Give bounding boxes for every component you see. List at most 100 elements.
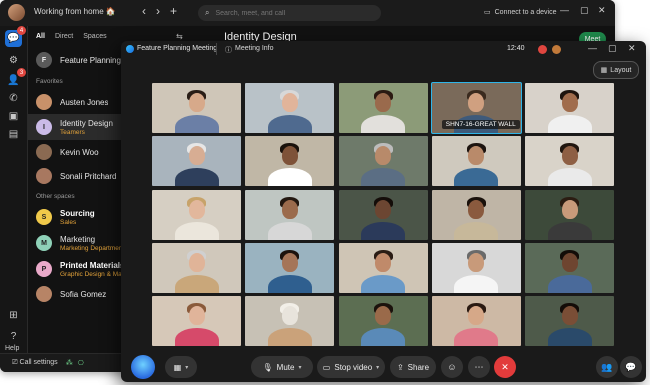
participant-head — [281, 306, 298, 325]
video-tile[interactable] — [245, 136, 335, 187]
help-icon[interactable]: ? — [5, 328, 22, 345]
left-nav-rail: 💬 4 ⚙ 👤 3 ✆ ▣ ▤ ⊞ ? Help — [0, 26, 28, 354]
video-tile[interactable] — [338, 242, 428, 293]
back-arrow-icon[interactable]: ‹ — [142, 4, 146, 18]
profile-avatar[interactable] — [8, 4, 25, 21]
participant-body — [547, 328, 592, 346]
chevron-down-icon: ▾ — [185, 364, 189, 371]
call-settings-button[interactable]: ⎚ Call settings — [12, 359, 58, 367]
plus-icon[interactable]: + — [170, 4, 177, 18]
meeting-info-button[interactable]: ⓘ Meeting Info — [225, 45, 274, 55]
participant-body — [267, 328, 312, 346]
chat-icon[interactable]: 💬 — [620, 356, 642, 378]
video-tile[interactable] — [338, 189, 428, 240]
apps-icon[interactable]: ⊞ — [5, 307, 22, 324]
connect-device-button[interactable]: ▭ Connect to a device — [484, 8, 557, 17]
video-tile[interactable] — [431, 242, 521, 293]
participant-body — [267, 168, 312, 187]
participant-head — [281, 252, 298, 272]
stop-video-label: Stop video — [334, 362, 373, 372]
participant-head — [375, 93, 391, 112]
filter-icon[interactable]: ⇆ — [176, 32, 183, 41]
meeting-window: Feature Planning Meeting ⓘ Meeting Info … — [121, 41, 646, 382]
stop-video-button[interactable]: ▭ Stop video ▾ — [317, 356, 385, 378]
layout-icon: ▦ — [600, 67, 608, 74]
teams-icon[interactable]: ⚙ — [5, 52, 22, 69]
status-text[interactable]: Working from home 🏠 — [34, 7, 116, 16]
calls-icon[interactable]: ✆ — [5, 90, 22, 107]
forward-arrow-icon[interactable]: › — [156, 4, 160, 18]
video-tile[interactable] — [338, 296, 428, 346]
messaging-icon[interactable]: 💬 4 — [5, 26, 26, 47]
participant-head — [281, 199, 298, 219]
webex-assistant-icon[interactable] — [131, 355, 155, 379]
participant-head — [188, 252, 205, 272]
layout-button[interactable]: ▦ Layout — [593, 61, 639, 79]
list-item-name: Sofia Gomez — [60, 289, 107, 299]
meetings-icon[interactable]: ▣ — [5, 108, 22, 125]
call-settings-label: Call settings — [19, 359, 58, 366]
self-avatar[interactable] — [552, 45, 561, 54]
video-tile[interactable] — [525, 83, 614, 133]
video-tile[interactable] — [431, 136, 521, 187]
minimize-icon[interactable]: — — [588, 43, 597, 53]
participant-body — [267, 115, 312, 133]
minimize-icon[interactable]: — — [560, 5, 569, 15]
footer-status-icons: ⁂ ⎔ — [66, 359, 84, 367]
video-tile[interactable] — [525, 296, 614, 346]
search-icon: ⌕ — [205, 8, 210, 17]
participant-body — [174, 274, 219, 293]
maximize-icon[interactable]: ▢ — [608, 43, 617, 54]
close-icon[interactable]: ✕ — [598, 5, 606, 16]
list-item-name: Printed Materials — [60, 260, 125, 270]
end-call-button[interactable]: ✕ — [494, 356, 516, 378]
video-tile[interactable] — [245, 242, 335, 293]
participants-icon[interactable]: 👥 — [596, 356, 618, 378]
participant-body — [454, 168, 499, 187]
list-item-name: Sourcing — [60, 208, 95, 218]
calendar-icon[interactable]: ▤ — [5, 126, 22, 143]
video-tile[interactable] — [152, 83, 241, 133]
close-icon[interactable]: ✕ — [628, 43, 636, 54]
avatar — [36, 144, 52, 160]
meeting-time: 12:40 — [507, 45, 525, 52]
video-tile[interactable] — [338, 83, 428, 133]
video-tile[interactable] — [525, 136, 614, 187]
tab-direct[interactable]: Direct — [55, 33, 73, 40]
participant-head — [375, 252, 391, 272]
avatar: S — [36, 209, 52, 225]
video-tile[interactable]: SHN7-16-GREAT WALL — [430, 82, 522, 134]
contacts-icon[interactable]: 👤 3 — [5, 68, 26, 89]
video-tile[interactable] — [245, 296, 335, 346]
video-tile[interactable] — [152, 189, 241, 240]
recording-icon[interactable] — [538, 45, 547, 54]
video-tile[interactable] — [525, 242, 614, 293]
avatar: P — [36, 261, 52, 277]
webex-logo-icon — [126, 45, 134, 53]
participant-head — [468, 199, 485, 219]
reactions-icon[interactable]: ☺ — [441, 356, 463, 378]
participant-body — [174, 221, 219, 240]
participant-body — [547, 115, 592, 133]
view-options-button[interactable]: ▦ ▾ — [165, 356, 197, 378]
info-icon: ⓘ — [225, 47, 232, 54]
video-tile[interactable] — [152, 296, 241, 346]
search-input[interactable] — [213, 8, 378, 18]
tab-spaces[interactable]: Spaces — [83, 33, 106, 40]
video-tile[interactable] — [431, 189, 521, 240]
video-tile[interactable] — [152, 136, 241, 187]
maximize-icon[interactable]: ▢ — [580, 5, 589, 16]
video-tile[interactable] — [245, 83, 335, 133]
video-tile[interactable] — [431, 296, 521, 346]
video-tile[interactable] — [152, 242, 241, 293]
video-tile[interactable] — [338, 136, 428, 187]
share-button[interactable]: ⇪ Share — [390, 356, 436, 378]
more-options-icon[interactable]: ⋯ — [468, 356, 490, 378]
video-tile[interactable] — [525, 189, 614, 240]
video-tile[interactable] — [245, 189, 335, 240]
participant-head — [468, 146, 485, 166]
search-bar[interactable]: ⌕ — [198, 5, 381, 21]
tab-all[interactable]: All — [36, 33, 45, 40]
mute-button[interactable]: 🎙 Mute ▾ — [251, 356, 313, 378]
list-item-sub: Graphic Design & Ma — [60, 270, 122, 278]
